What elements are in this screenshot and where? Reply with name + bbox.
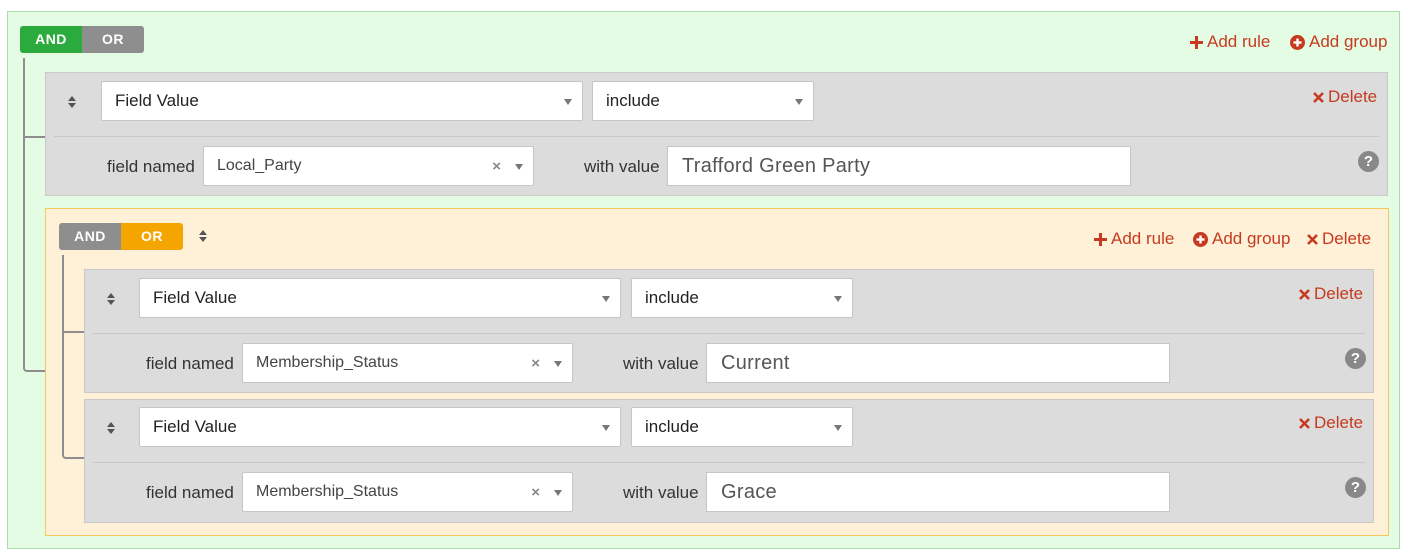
times-icon [1299, 288, 1310, 300]
rule-divider [93, 333, 1365, 334]
chevron-down-icon [795, 99, 803, 105]
chevron-down-icon [564, 99, 572, 105]
add-group-label: Add group [1212, 229, 1291, 248]
sub-add-group-button[interactable]: Add group [1193, 229, 1290, 249]
times-icon [1313, 91, 1324, 103]
input-value: Grace [721, 480, 777, 503]
chevron-down-icon [834, 296, 842, 302]
rule-1-field-select[interactable]: Field Value [101, 81, 583, 121]
root-add-rule-button[interactable]: Add rule [1190, 32, 1270, 52]
times-icon [1299, 417, 1310, 429]
question-circle-icon[interactable]: ? [1358, 151, 1379, 172]
rule-3-field-select[interactable]: Field Value [139, 407, 621, 447]
question-circle-icon[interactable]: ? [1345, 477, 1366, 498]
rule-3-value-input[interactable]: Grace [706, 472, 1170, 512]
field-named-label: field named [146, 354, 234, 373]
times-icon [1307, 233, 1318, 245]
clear-icon[interactable]: × [531, 484, 540, 501]
rule-1-delete-button[interactable]: Delete [1313, 87, 1377, 107]
rule-2-field-named-select[interactable]: Membership_Status × [242, 343, 573, 383]
input-value: Trafford Green Party [682, 154, 871, 177]
chevron-down-icon [602, 296, 610, 302]
input-value: Current [721, 351, 790, 374]
rule-2-delete-button[interactable]: Delete [1299, 284, 1363, 304]
root-or-button[interactable]: OR [82, 26, 144, 53]
root-and-button[interactable]: AND [20, 26, 82, 53]
rule-2-field-select[interactable]: Field Value [139, 278, 621, 318]
sort-icon[interactable] [197, 228, 209, 244]
rule-3-delete-button[interactable]: Delete [1299, 413, 1363, 433]
selected-value: include [645, 417, 699, 436]
chevron-down-icon [554, 490, 562, 496]
selected-value: Local_Party [217, 157, 302, 174]
with-value-label: with value [584, 157, 660, 176]
sort-icon[interactable] [66, 94, 78, 110]
delete-label: Delete [1328, 87, 1378, 106]
field-named-label: field named [146, 483, 234, 502]
selected-value: Field Value [153, 288, 237, 307]
sort-icon[interactable] [105, 420, 117, 436]
chevron-down-icon [602, 425, 610, 431]
rule-3-operator-select[interactable]: include [631, 407, 853, 447]
sub-delete-button[interactable]: Delete [1307, 229, 1371, 249]
with-value-label: with value [623, 483, 699, 502]
delete-label: Delete [1314, 284, 1364, 303]
selected-value: Membership_Status [256, 354, 399, 371]
selected-value: include [606, 91, 660, 110]
rule-divider [93, 462, 1365, 463]
plus-circle-icon [1193, 231, 1208, 247]
rule-1: Field Value include Delete field named L… [45, 72, 1388, 196]
rule-1-operator-select[interactable]: include [592, 81, 814, 121]
rule-3: Field Value include Delete field named M… [84, 399, 1374, 523]
clear-icon[interactable]: × [531, 355, 540, 372]
delete-label: Delete [1322, 229, 1372, 248]
tree-branch [23, 136, 45, 138]
sub-add-rule-button[interactable]: Add rule [1094, 229, 1174, 249]
sub-or-button[interactable]: OR [121, 223, 183, 250]
add-rule-label: Add rule [1111, 229, 1175, 248]
chevron-down-icon [554, 361, 562, 367]
plus-icon [1094, 232, 1107, 246]
rule-2: Field Value include Delete field named M… [84, 269, 1374, 393]
rule-divider [54, 136, 1379, 137]
chevron-down-icon [834, 425, 842, 431]
delete-label: Delete [1314, 413, 1364, 432]
selected-value: Field Value [115, 91, 199, 110]
field-named-label: field named [107, 157, 195, 176]
rule-3-field-named-select[interactable]: Membership_Status × [242, 472, 573, 512]
rule-2-value-input[interactable]: Current [706, 343, 1170, 383]
tree-connector [62, 255, 84, 459]
selected-value: Field Value [153, 417, 237, 436]
clear-icon[interactable]: × [492, 158, 501, 175]
tree-branch [62, 331, 84, 333]
rule-1-value-input[interactable]: Trafford Green Party [667, 146, 1131, 186]
plus-circle-icon [1290, 34, 1305, 50]
add-rule-label: Add rule [1207, 32, 1271, 51]
add-group-label: Add group [1309, 32, 1388, 51]
chevron-down-icon [515, 164, 523, 170]
sub-condition-toggle: AND OR [59, 223, 183, 250]
sub-and-button[interactable]: AND [59, 223, 121, 250]
rule-2-operator-select[interactable]: include [631, 278, 853, 318]
sort-icon[interactable] [105, 291, 117, 307]
selected-value: Membership_Status [256, 483, 399, 500]
plus-icon [1190, 35, 1203, 49]
root-add-group-button[interactable]: Add group [1290, 32, 1387, 52]
tree-connector [23, 58, 45, 372]
rule-1-field-named-select[interactable]: Local_Party × [203, 146, 534, 186]
with-value-label: with value [623, 354, 699, 373]
selected-value: include [645, 288, 699, 307]
root-condition-toggle: AND OR [20, 26, 144, 53]
question-circle-icon[interactable]: ? [1345, 348, 1366, 369]
